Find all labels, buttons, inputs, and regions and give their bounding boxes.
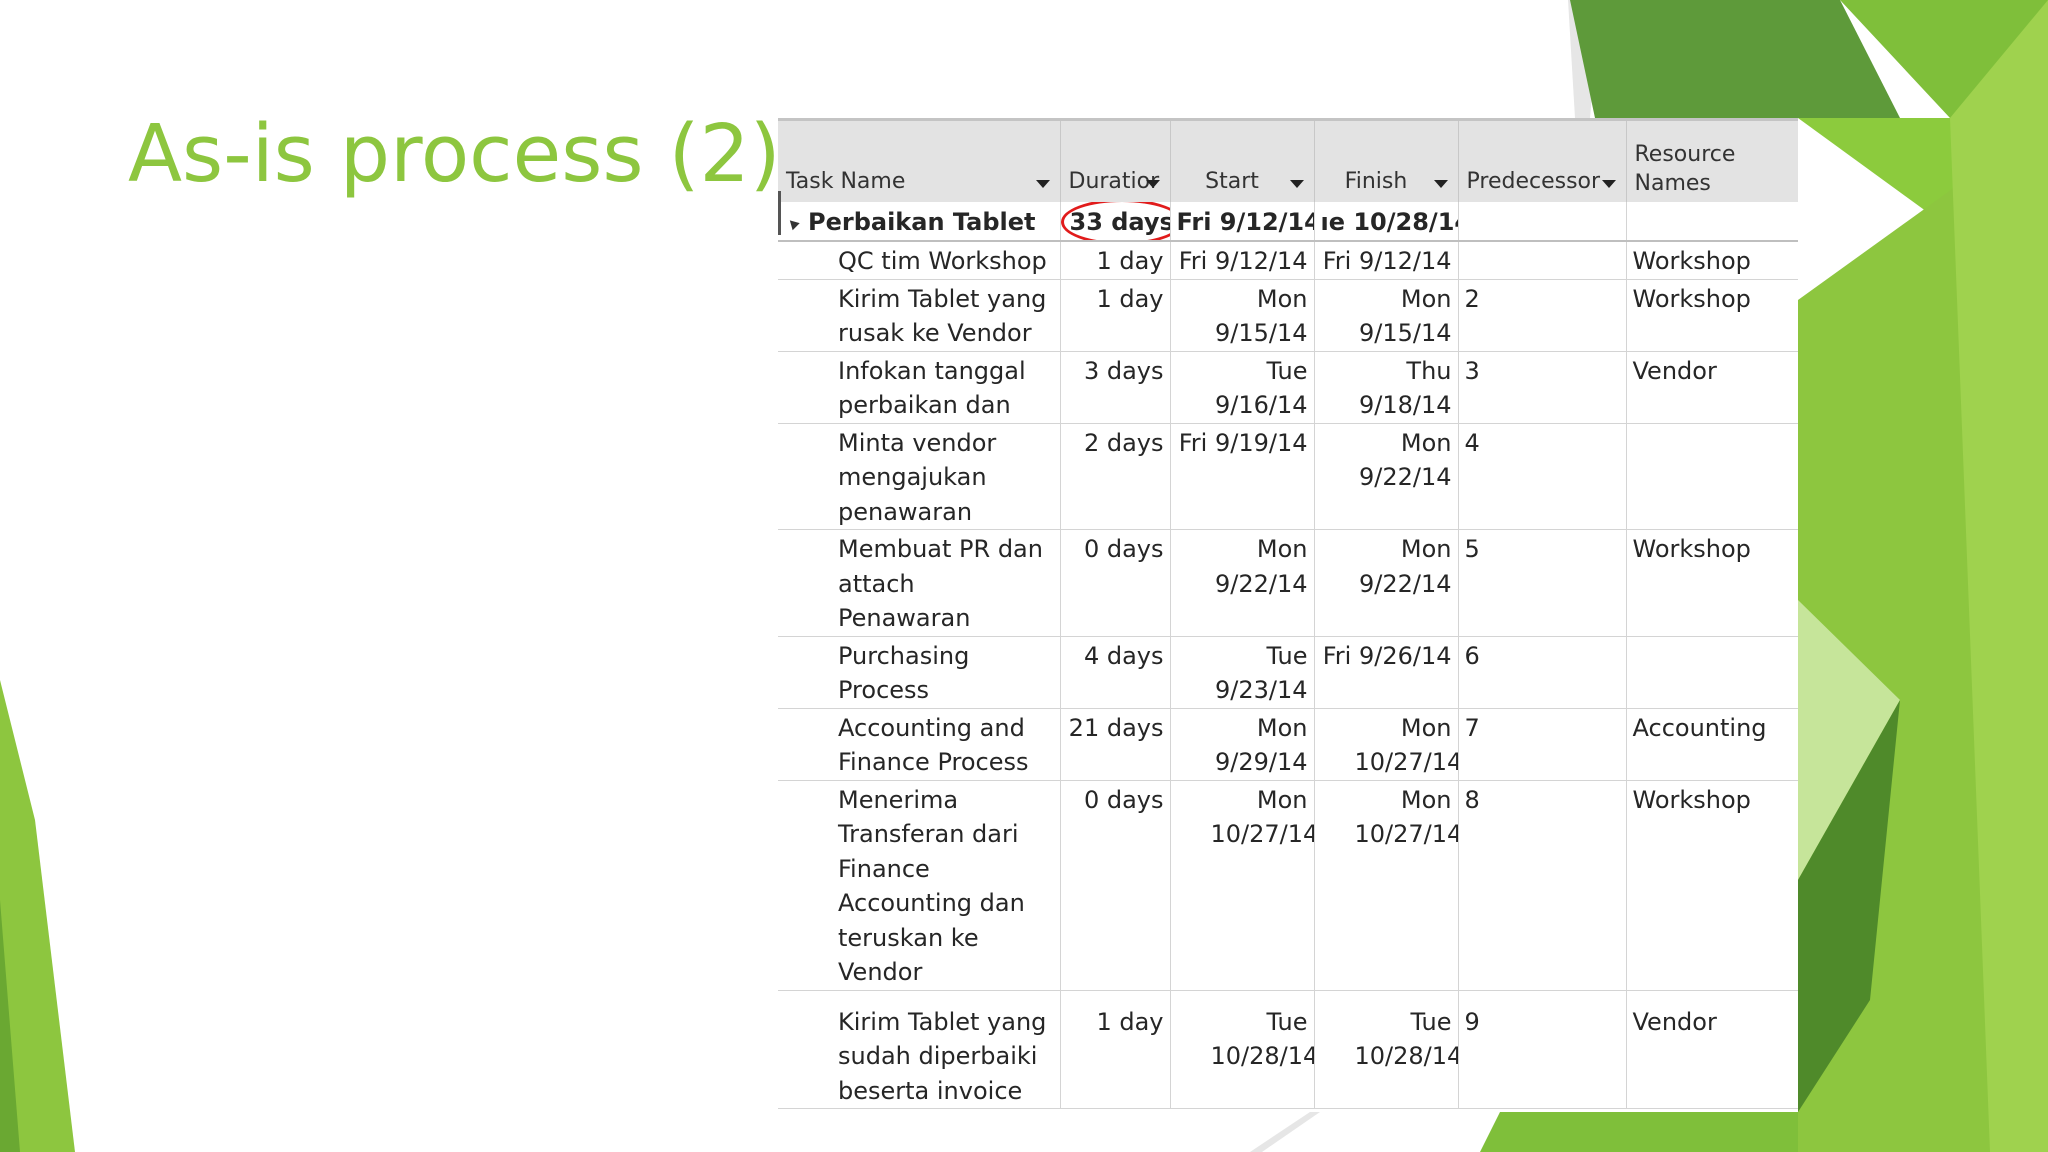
start-cell[interactable]: Tue 9/23/14 — [1170, 636, 1315, 709]
summary-duration-cell[interactable]: 33 days — [1060, 202, 1171, 242]
finish-cell[interactable]: Mon 9/22/14 — [1314, 423, 1459, 530]
table-row[interactable]: Menerima Transferan dari Finance Account… — [778, 780, 1798, 991]
summary-predecessor-cell[interactable] — [1458, 202, 1627, 242]
start-cell[interactable]: Tue 9/16/14 — [1170, 351, 1315, 424]
duration-cell[interactable]: 21 days — [1060, 708, 1171, 781]
duration-cell[interactable]: 3 days — [1060, 351, 1171, 424]
dropdown-arrow-icon[interactable] — [1433, 180, 1448, 188]
resource-cell[interactable]: Accounting — [1626, 708, 1798, 781]
summary-resource-cell[interactable] — [1626, 202, 1798, 242]
resource-cell[interactable]: Workshop — [1626, 241, 1798, 280]
start-cell[interactable]: Mon 9/29/14 — [1170, 708, 1315, 781]
dropdown-arrow-icon[interactable] — [1035, 180, 1050, 188]
table-row[interactable]: Accounting and Finance Process 21 days M… — [778, 708, 1798, 781]
predecessor-cell[interactable]: 6 — [1458, 636, 1627, 709]
start-cell[interactable]: Fri 9/12/14 — [1170, 241, 1315, 280]
table-row[interactable]: QC tim Workshop 1 day Fri 9/12/14 Fri 9/… — [778, 241, 1798, 280]
predecessor-cell[interactable]: 7 — [1458, 708, 1627, 781]
collapse-triangle-icon[interactable] — [786, 216, 800, 230]
task-name-cell[interactable]: Infokan tanggal perbaikan dan — [778, 351, 1061, 424]
predecessor-cell[interactable]: 8 — [1458, 780, 1627, 991]
resource-cell[interactable]: Vendor — [1626, 351, 1798, 424]
col-header-predecessor[interactable]: Predecessor — [1458, 118, 1627, 202]
dropdown-arrow-icon[interactable] — [1601, 180, 1616, 188]
red-circle-annotation: 33 days — [1060, 202, 1170, 239]
table-row[interactable]: Purchasing Process 4 days Tue 9/23/14 Fr… — [778, 636, 1798, 709]
duration-cell[interactable]: 0 days — [1060, 529, 1171, 637]
resource-cell[interactable]: Workshop — [1626, 279, 1798, 352]
predecessor-cell[interactable]: 9 — [1458, 990, 1627, 1109]
task-name-cell[interactable]: Kirim Tablet yang rusak ke Vendor — [778, 279, 1061, 352]
start-cell[interactable]: Mon 9/15/14 — [1170, 279, 1315, 352]
summary-task-cell[interactable]: Perbaikan Tablet — [778, 202, 1061, 242]
finish-cell[interactable]: Mon 10/27/14 — [1314, 780, 1459, 991]
resource-cell[interactable]: Workshop — [1626, 780, 1798, 991]
duration-cell[interactable]: 1 day — [1060, 241, 1171, 280]
predecessor-cell[interactable]: 5 — [1458, 529, 1627, 637]
task-name-cell[interactable]: QC tim Workshop — [778, 241, 1061, 280]
resource-cell[interactable]: Workshop — [1626, 529, 1798, 637]
duration-cell[interactable]: 1 day — [1060, 990, 1171, 1109]
table-row[interactable]: Minta vendor mengajukan penawaran 2 days… — [778, 423, 1798, 530]
table-row[interactable]: Infokan tanggal perbaikan dan 3 days Tue… — [778, 351, 1798, 424]
task-name-cell[interactable]: Kirim Tablet yang sudah diperbaiki beser… — [778, 990, 1061, 1109]
summary-finish-cell[interactable]: ıe 10/28/14 — [1314, 202, 1459, 242]
col-header-start[interactable]: Start — [1170, 118, 1315, 202]
summary-task-name: Perbaikan Tablet — [808, 208, 1036, 236]
finish-cell[interactable]: Fri 9/12/14 — [1314, 241, 1459, 280]
duration-cell[interactable]: 4 days — [1060, 636, 1171, 709]
slide-title: As-is process (2) — [128, 108, 781, 200]
table-row[interactable]: Kirim Tablet yang sudah diperbaiki beser… — [778, 990, 1798, 1109]
summary-row[interactable]: Perbaikan Tablet 33 days Fri 9/12/14 ıe … — [778, 202, 1798, 242]
col-header-finish[interactable]: Finish — [1314, 118, 1459, 202]
start-cell[interactable]: Tue 10/28/14 — [1170, 990, 1315, 1109]
table-row[interactable]: Kirim Tablet yang rusak ke Vendor 1 day … — [778, 279, 1798, 352]
predecessor-cell[interactable]: 2 — [1458, 279, 1627, 352]
start-cell[interactable]: Mon 10/27/14 — [1170, 780, 1315, 991]
project-table-screenshot: Task Name Duratior Start Finish Predeces… — [778, 118, 1798, 1112]
col-header-duration[interactable]: Duratior — [1060, 118, 1171, 202]
duration-cell[interactable]: 1 day — [1060, 279, 1171, 352]
table-row[interactable]: Membuat PR dan attach Penawaran 0 days M… — [778, 529, 1798, 637]
finish-cell[interactable]: Mon 9/22/14 — [1314, 529, 1459, 637]
dropdown-arrow-icon[interactable] — [1289, 180, 1304, 188]
col-header-task-name[interactable]: Task Name — [778, 118, 1061, 202]
header-label: Start — [1205, 169, 1259, 194]
duration-cell[interactable]: 2 days — [1060, 423, 1171, 530]
duration-cell[interactable]: 0 days — [1060, 780, 1171, 991]
header-label: Predecessor — [1466, 169, 1601, 194]
header-label: Finish — [1344, 169, 1408, 194]
header-label: Task Name — [786, 169, 906, 194]
finish-cell[interactable]: Thu 9/18/14 — [1314, 351, 1459, 424]
predecessor-cell[interactable] — [1458, 241, 1627, 280]
task-name-cell[interactable]: Accounting and Finance Process — [778, 708, 1061, 781]
resource-cell[interactable] — [1626, 423, 1798, 530]
task-table: Task Name Duratior Start Finish Predeces… — [778, 118, 1798, 1109]
task-name-cell[interactable]: Purchasing Process — [778, 636, 1061, 709]
header-label: Resource Names — [1634, 142, 1736, 196]
finish-cell[interactable]: Mon 9/15/14 — [1314, 279, 1459, 352]
resource-cell[interactable]: Vendor — [1626, 990, 1798, 1109]
start-cell[interactable]: Fri 9/19/14 — [1170, 423, 1315, 530]
summary-duration: 33 days — [1069, 208, 1170, 236]
task-name-cell[interactable]: Menerima Transferan dari Finance Account… — [778, 780, 1061, 991]
header-row: Task Name Duratior Start Finish Predeces… — [778, 118, 1798, 202]
dropdown-arrow-icon[interactable] — [1145, 180, 1160, 188]
task-name-cell[interactable]: Minta vendor mengajukan penawaran — [778, 423, 1061, 530]
resource-cell[interactable] — [1626, 636, 1798, 709]
finish-cell[interactable]: Fri 9/26/14 — [1314, 636, 1459, 709]
finish-cell[interactable]: Tue 10/28/14 — [1314, 990, 1459, 1109]
predecessor-cell[interactable]: 3 — [1458, 351, 1627, 424]
finish-cell[interactable]: Mon 10/27/14 — [1314, 708, 1459, 781]
row-selector-bar — [778, 191, 781, 235]
predecessor-cell[interactable]: 4 — [1458, 423, 1627, 530]
start-cell[interactable]: Mon 9/22/14 — [1170, 529, 1315, 637]
col-header-resource-names[interactable]: Resource Names — [1626, 118, 1798, 202]
summary-start-cell[interactable]: Fri 9/12/14 — [1170, 202, 1315, 242]
task-name-cell[interactable]: Membuat PR dan attach Penawaran — [778, 529, 1061, 637]
